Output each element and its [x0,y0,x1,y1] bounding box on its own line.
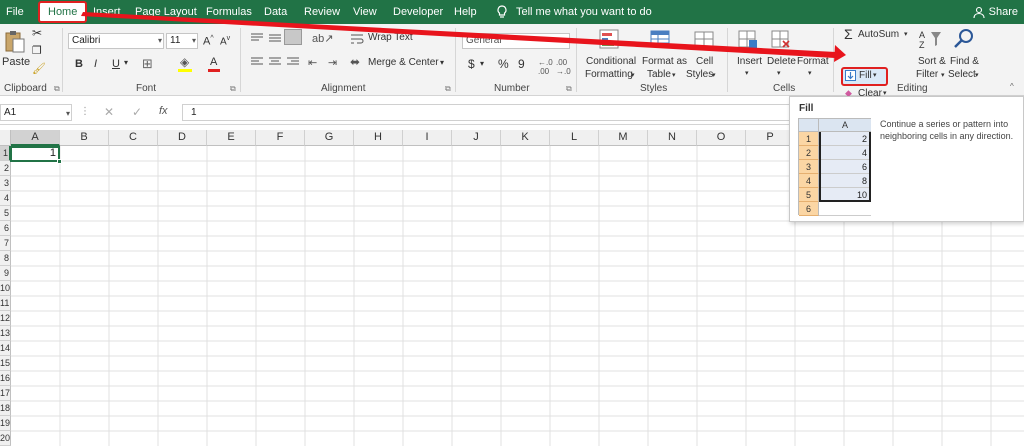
annotation-arrow [81,12,846,62]
